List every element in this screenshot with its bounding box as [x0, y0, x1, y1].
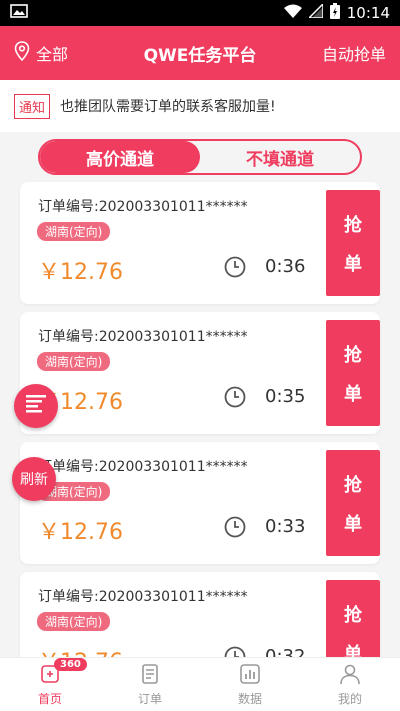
image-icon — [10, 4, 28, 22]
menu-float-button[interactable] — [14, 384, 58, 428]
nav-label: 首页 — [37, 691, 62, 706]
nav-data[interactable]: 数据 — [200, 658, 300, 711]
order-price: ￥12.76 — [38, 260, 123, 285]
bottom-nav: 360 首页 订单 数据 我的 — [0, 657, 400, 711]
grab-label-1: 抢 — [344, 474, 362, 496]
list-icon — [26, 395, 46, 417]
order-price: ￥12.76 — [38, 520, 123, 545]
clock-icon — [224, 386, 246, 408]
orders-icon — [139, 663, 161, 688]
nav-label: 数据 — [237, 691, 262, 706]
region-tag: 湖南(定向) — [37, 352, 111, 371]
order-card: 订单编号:202003301011****** 湖南(定向) ￥12.76 0:… — [20, 312, 380, 434]
grab-order-button[interactable]: 抢 单 — [326, 320, 380, 426]
signal-icon — [306, 2, 324, 22]
auto-grab-button[interactable]: 自动抢单 — [322, 41, 386, 65]
clock-icon — [224, 256, 246, 278]
notice-text: 也推团队需要订单的联系客服加量! — [60, 99, 276, 115]
location-pin-icon — [14, 41, 30, 65]
order-number: 订单编号:202003301011****** — [38, 459, 248, 475]
region-tag: 湖南(定向) — [37, 222, 111, 241]
grab-label-1: 抢 — [344, 604, 362, 626]
notice-bar: 通知 也推团队需要订单的联系客服加量! — [0, 80, 400, 132]
nav-orders[interactable]: 订单 — [100, 658, 200, 711]
nav-profile[interactable]: 我的 — [300, 658, 400, 711]
order-number: 订单编号:202003301011****** — [38, 589, 248, 605]
grab-label-1: 抢 — [344, 344, 362, 366]
order-card: 订单编号:202003301011****** 湖南(定向) ￥12.76 0:… — [20, 442, 380, 564]
order-number: 订单编号:202003301011****** — [38, 199, 248, 215]
app-header: 全部 QWE任务平台 自动抢单 — [0, 26, 400, 80]
channel-tabs: 高价通道 不填通道 — [38, 139, 362, 175]
grab-order-button[interactable]: 抢 单 — [326, 450, 380, 556]
region-tag: 湖南(定向) — [37, 612, 111, 631]
notification-badge: 360 — [54, 658, 87, 671]
grab-label-2: 单 — [344, 383, 362, 405]
order-list: 订单编号:202003301011****** 湖南(定向) ￥12.76 0:… — [0, 182, 400, 694]
profile-icon — [339, 663, 361, 688]
notice-tag: 通知 — [14, 93, 51, 119]
refresh-button[interactable]: 刷新 — [12, 457, 56, 501]
countdown: 0:33 — [265, 516, 306, 537]
location-label: 全部 — [36, 45, 69, 64]
order-number: 订单编号:202003301011****** — [38, 329, 248, 345]
clock-text: 10:14 — [346, 4, 390, 22]
nav-label: 订单 — [137, 691, 162, 706]
grab-order-button[interactable]: 抢 单 — [326, 190, 380, 296]
order-card: 订单编号:202003301011****** 湖南(定向) ￥12.76 0:… — [20, 182, 380, 304]
tab-high-price[interactable]: 高价通道 — [40, 141, 200, 173]
nav-home[interactable]: 360 首页 — [0, 658, 100, 711]
status-bar: 10:14 — [0, 0, 400, 26]
tab-no-fill[interactable]: 不填通道 — [200, 141, 360, 173]
location-selector[interactable]: 全部 — [14, 41, 68, 65]
grab-label-2: 单 — [344, 253, 362, 275]
data-icon — [239, 663, 261, 688]
countdown: 0:36 — [265, 256, 306, 277]
grab-label-2: 单 — [344, 513, 362, 535]
clock-icon — [224, 516, 246, 538]
battery-icon — [329, 3, 340, 23]
grab-label-1: 抢 — [344, 214, 362, 236]
countdown: 0:35 — [265, 386, 306, 407]
wifi-icon — [283, 4, 302, 22]
nav-label: 我的 — [337, 691, 362, 706]
